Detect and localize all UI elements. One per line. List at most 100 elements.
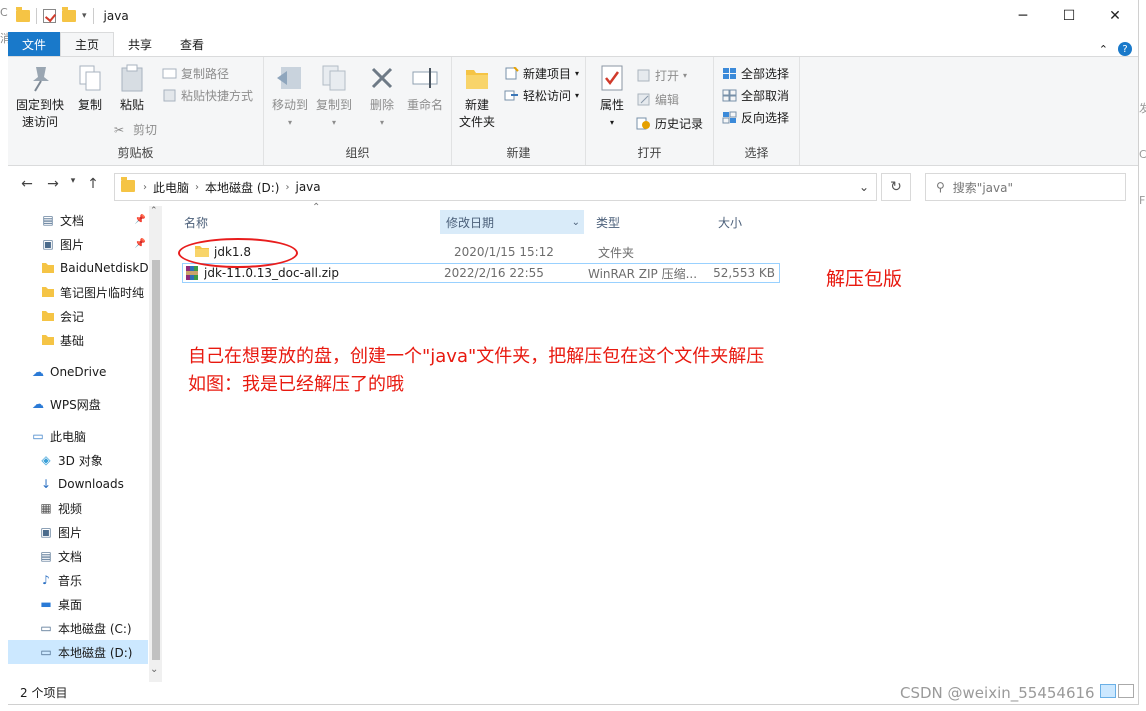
pin-quick-access-button[interactable]: 固定到快 速访问 <box>12 63 68 131</box>
open-group: 属性 ▾ 打开 ▾ 编辑 历史记录 打开 <box>586 57 714 165</box>
paste-button[interactable]: 粘贴 <box>112 63 152 114</box>
edit-button[interactable]: 编辑 <box>636 91 679 108</box>
ribbon: 固定到快 速访问 复制 粘贴 复制路径 粘贴快捷方式 ✂ 剪切 剪贴板 移动到 … <box>8 56 1138 166</box>
sidebar-item[interactable]: ▭ 本地磁盘 (C:) <box>8 616 148 640</box>
address-dropdown-icon[interactable]: ⌄ <box>852 180 876 194</box>
refresh-button[interactable]: ↻ <box>881 173 911 201</box>
new-item-button[interactable]: 新建项目 ▾ <box>504 65 579 82</box>
customize-toolbar-dropdown[interactable]: ▾ <box>82 11 87 21</box>
winrar-icon <box>185 265 201 284</box>
copy-button[interactable]: 复制 <box>70 63 110 114</box>
sidebar-item[interactable]: ▦ 视频 <box>8 496 148 520</box>
sidebar-item[interactable]: ☁ OneDrive <box>8 360 148 384</box>
document-icon: ▤ <box>42 213 54 227</box>
folder-icon <box>40 332 56 349</box>
sidebar-item-label: OneDrive <box>50 365 107 379</box>
up-arrow-icon[interactable]: ↑ <box>82 176 104 192</box>
pictures-icon: ▣ <box>40 525 52 539</box>
file-name: jdk-11.0.13_doc-all.zip <box>204 266 340 280</box>
properties-quick-icon[interactable] <box>43 9 56 23</box>
sidebar-item[interactable]: ▣ 图片 <box>8 520 148 544</box>
sidebar-item[interactable]: ↓ Downloads <box>8 472 148 496</box>
tab-view[interactable]: 查看 <box>166 32 218 56</box>
forward-arrow-icon[interactable]: → <box>42 176 64 192</box>
3d-objects-icon: ◈ <box>41 453 51 467</box>
new-folder-icon <box>462 63 492 93</box>
address-bar[interactable]: › 此电脑 › 本地磁盘 (D:) › java ⌄ <box>114 173 877 201</box>
video-icon: ▦ <box>40 501 52 515</box>
tab-home[interactable]: 主页 <box>60 32 115 56</box>
help-icon[interactable]: ? <box>1118 42 1132 56</box>
cut-label: 剪切 <box>133 123 158 137</box>
watermark: CSDN @weixin_55454616 <box>900 684 1095 702</box>
sidebar-item[interactable]: 基础 <box>8 328 148 352</box>
sidebar-item[interactable]: BaiduNetdiskD <box>8 256 148 280</box>
sidebar-item[interactable]: 会记 <box>8 304 148 328</box>
history-button[interactable]: 历史记录 <box>636 115 703 132</box>
large-icons-view-icon[interactable] <box>1118 684 1134 698</box>
select-all-button[interactable]: 全部选择 <box>722 65 789 82</box>
easy-access-button[interactable]: 轻松访问 ▾ <box>504 87 579 104</box>
sidebar-item[interactable]: ▭ 本地磁盘 (D:) <box>8 640 148 664</box>
scroll-up-icon[interactable]: ⌃ <box>150 206 158 216</box>
sidebar-item[interactable]: ▤ 文档 📌 <box>8 208 148 232</box>
sidebar-scroll-thumb[interactable] <box>152 260 160 660</box>
column-header-type[interactable]: 类型 <box>590 210 706 234</box>
sidebar-item[interactable]: 笔记图片临时纯 <box>8 280 148 304</box>
delete-button[interactable]: 删除 ▾ <box>362 63 402 131</box>
sidebar-item[interactable]: ▣ 图片 📌 <box>8 232 148 256</box>
paste-shortcut-button[interactable]: 粘贴快捷方式 <box>162 87 253 104</box>
scroll-down-icon[interactable]: ⌄ <box>150 664 158 675</box>
document-icon: ▤ <box>40 549 52 563</box>
sidebar-item[interactable]: ▭ 此电脑 <box>8 424 148 448</box>
select-none-button[interactable]: 全部取消 <box>722 87 789 104</box>
minimize-button[interactable]: ─ <box>1000 0 1046 32</box>
chevron-down-icon[interactable]: ⌄ <box>572 217 580 228</box>
sidebar-item[interactable]: ♪ 音乐 <box>8 568 148 592</box>
tab-file[interactable]: 文件 <box>8 32 61 56</box>
sidebar-item[interactable]: ◈ 3D 对象 <box>8 448 148 472</box>
new-folder-button[interactable]: 新建 文件夹 <box>456 63 498 131</box>
organize-group-label: 组织 <box>345 146 370 160</box>
pin-icon[interactable]: 📌 <box>135 239 146 249</box>
delete-icon <box>367 63 397 93</box>
divider <box>92 8 94 24</box>
recent-locations-icon[interactable]: ▾ <box>68 176 78 192</box>
sidebar-item-label: 笔记图片临时纯 <box>60 285 145 300</box>
explorer-window: ▾ java ─ ☐ ✕ 文件 主页 共享 查看 ⌃ ? 固定到快 速访问 复制… <box>8 0 1139 705</box>
move-to-button[interactable]: 移动到 ▾ <box>268 63 312 131</box>
sidebar-item[interactable]: ☁ WPS网盘 <box>8 392 148 416</box>
edge-text: 消 <box>0 32 8 45</box>
tab-share[interactable]: 共享 <box>114 32 166 56</box>
collapse-ribbon-icon[interactable]: ⌃ <box>1099 43 1108 56</box>
breadcrumb-this-pc[interactable]: 此电脑 <box>147 179 195 196</box>
breadcrumb-java[interactable]: java <box>289 180 326 194</box>
sidebar-item[interactable]: ▤ 文档 <box>8 544 148 568</box>
breadcrumb-drive-d[interactable]: 本地磁盘 (D:) <box>199 179 285 196</box>
details-view-icon[interactable] <box>1100 684 1116 698</box>
navigation-pane: ▤ 文档 📌 ▣ 图片 📌 BaiduNetdiskD 笔记图片临时纯 会记 基础 ☁ OneDriv… <box>8 206 162 682</box>
cut-button[interactable]: ✂ 剪切 <box>114 121 157 138</box>
file-type: WinRAR ZIP 压缩... <box>588 266 698 281</box>
copy-to-button[interactable]: 复制到 ▾ <box>312 63 356 131</box>
sidebar-item-label: Downloads <box>58 477 124 491</box>
invert-selection-button[interactable]: 反向选择 <box>722 109 789 126</box>
sidebar-item[interactable]: ▬ 桌面 <box>8 592 148 616</box>
onedrive-icon: ☁ <box>32 365 44 379</box>
search-box[interactable]: ⚲ 搜索"java" <box>925 173 1126 201</box>
properties-label: 属性 <box>599 98 624 112</box>
file-row[interactable]: jdk-11.0.13_doc-all.zip 2022/2/16 22:55 … <box>182 263 780 283</box>
column-header-name[interactable]: 名称 <box>182 210 440 234</box>
dropdown-icon: ▾ <box>575 69 580 78</box>
rename-button[interactable]: 重命名 <box>402 63 448 114</box>
new-folder-quick-icon[interactable] <box>62 7 76 22</box>
back-arrow-icon[interactable]: ← <box>16 176 38 192</box>
properties-button[interactable]: 属性 ▾ <box>592 63 632 131</box>
copy-path-button[interactable]: 复制路径 <box>162 65 229 82</box>
maximize-button[interactable]: ☐ <box>1046 0 1092 32</box>
column-header-date[interactable]: 修改日期 ⌄ <box>440 210 584 234</box>
pin-icon[interactable]: 📌 <box>135 215 146 225</box>
column-header-size[interactable]: 大小 <box>712 210 782 234</box>
open-button[interactable]: 打开 ▾ <box>636 67 687 84</box>
close-button[interactable]: ✕ <box>1092 0 1138 32</box>
